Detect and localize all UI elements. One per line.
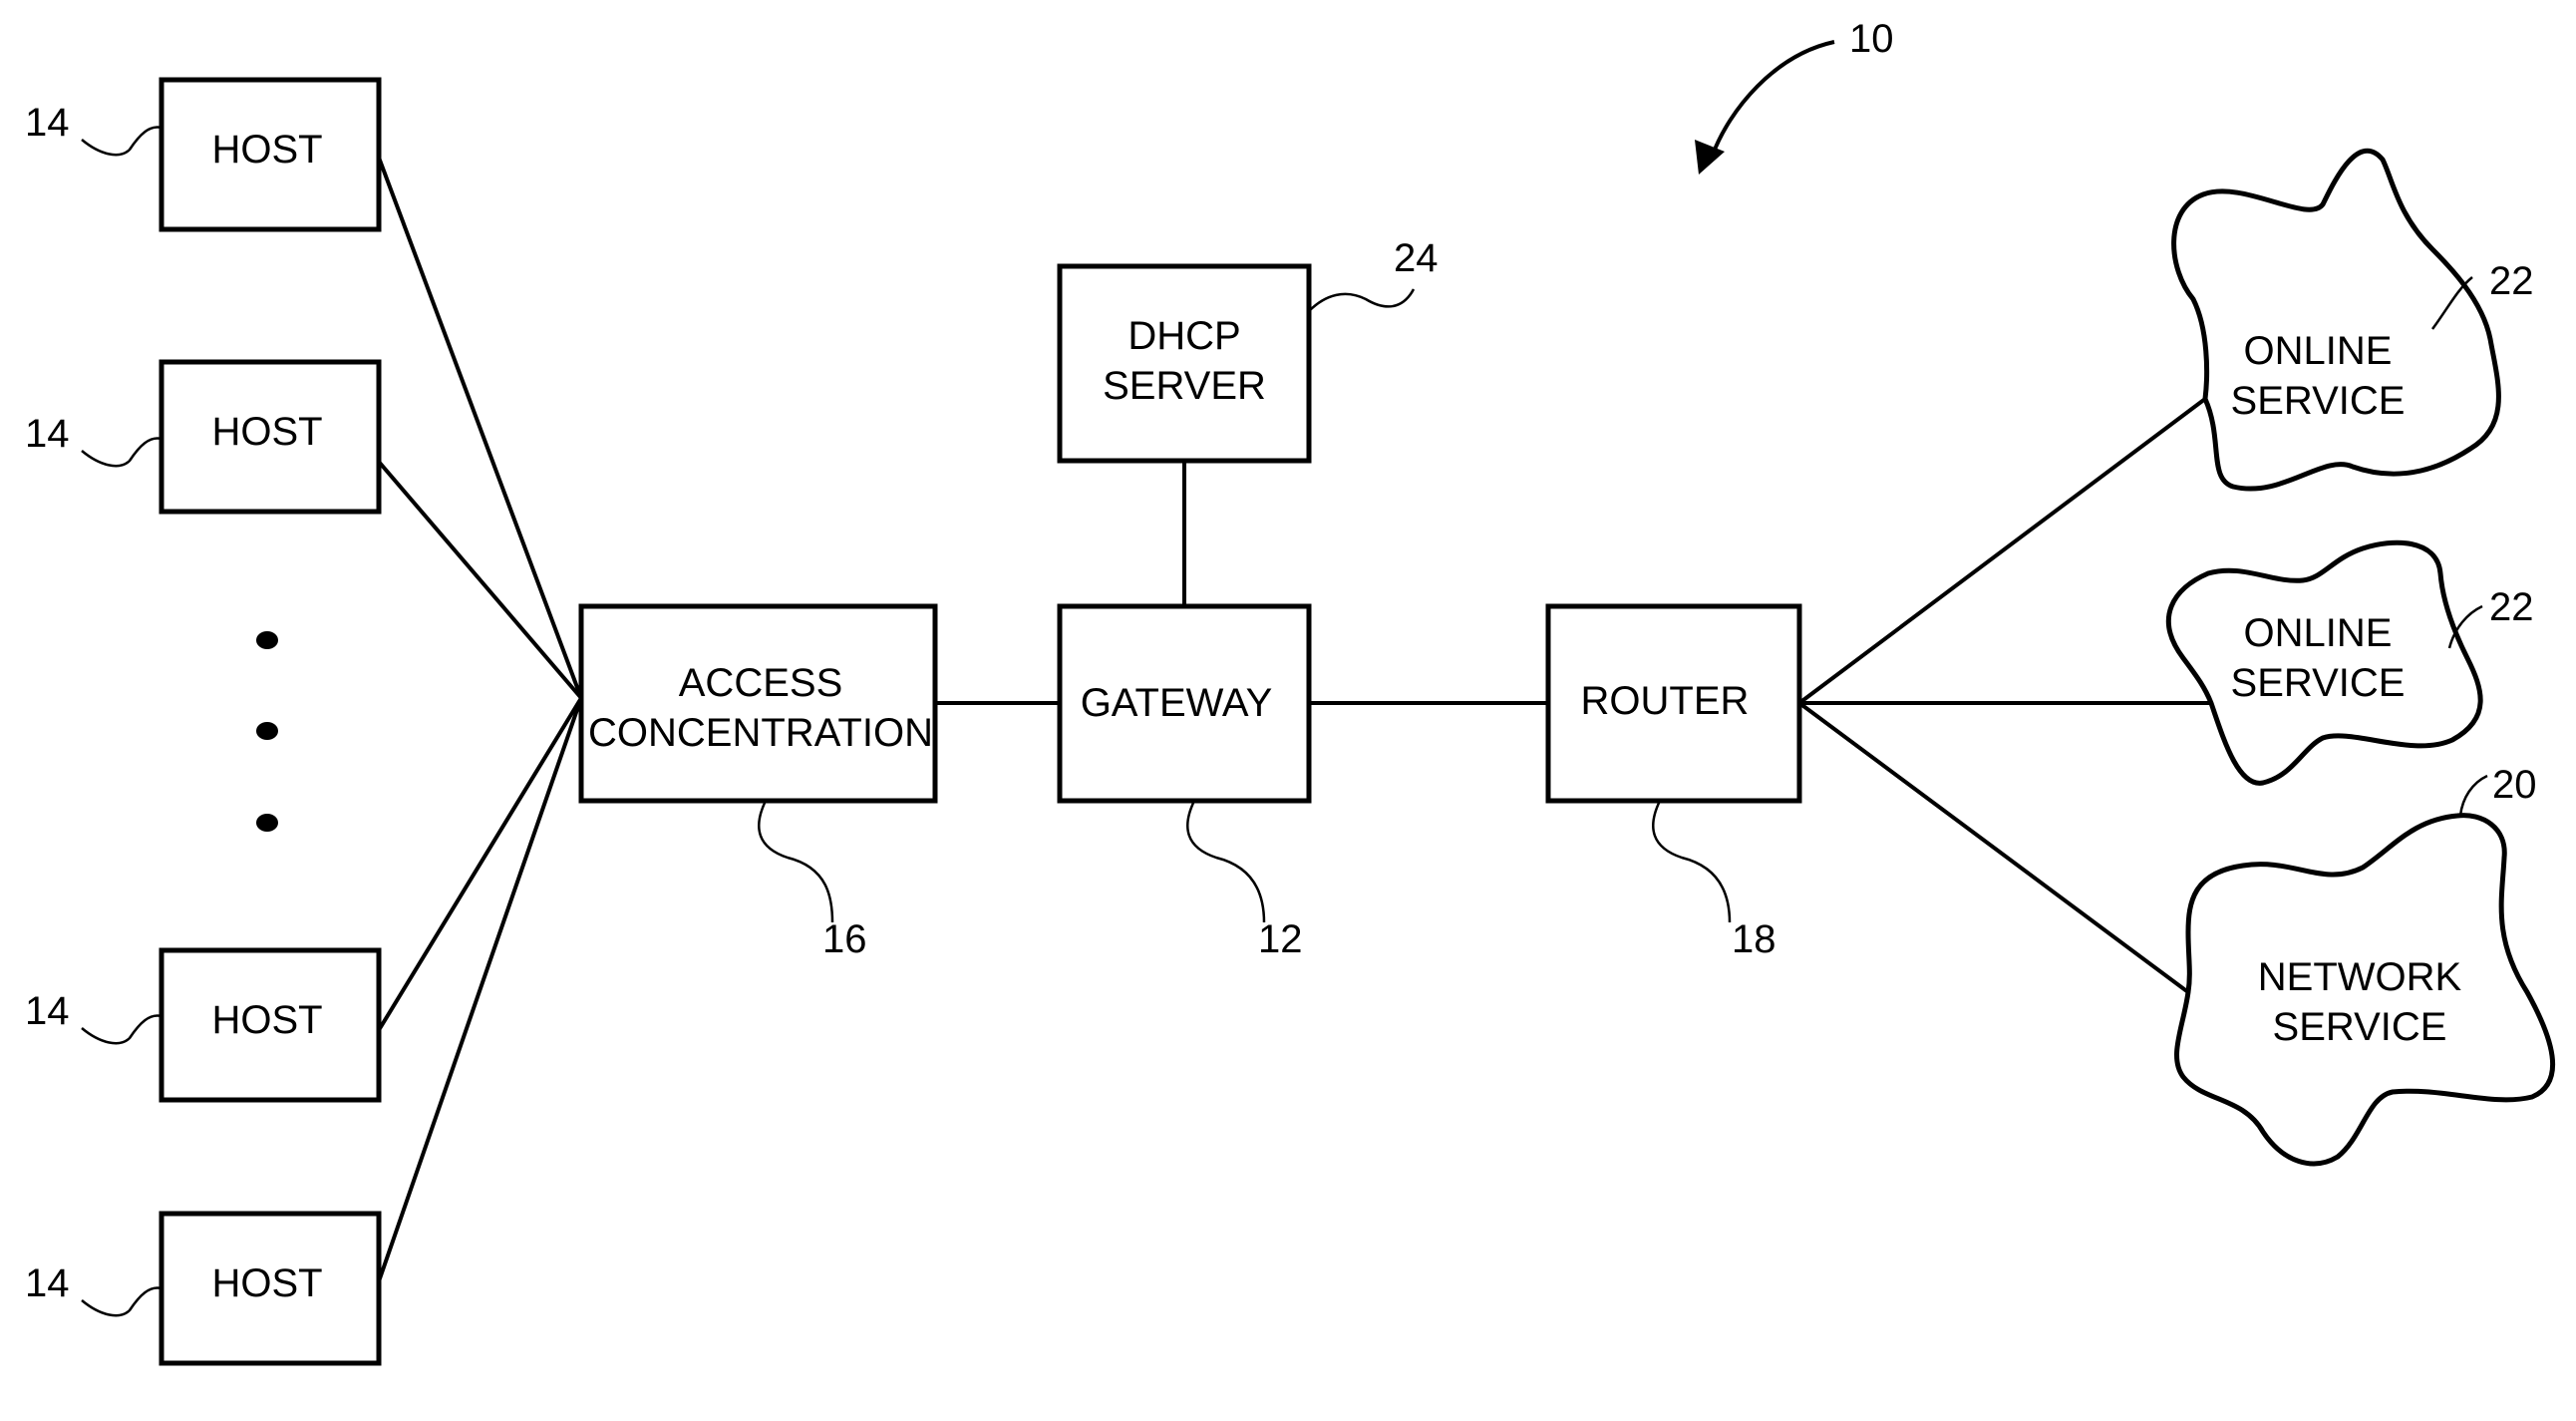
host-2[interactable]: HOST 14 <box>25 359 382 515</box>
network-diagram: 10 HOST 14 HOST 14 HOST 14 HOST 14 ACCES… <box>25 17 2556 1366</box>
online-service-cloud-1[interactable]: ONLINE SERVICE 22 <box>2171 149 2534 492</box>
dhcp-label-line2: SERVER <box>1103 364 1266 408</box>
dhcp-server-box[interactable]: DHCP SERVER 24 <box>1057 236 1439 464</box>
gateway-label: GATEWAY <box>1081 681 1273 725</box>
leader-line <box>81 1014 162 1045</box>
network-service-cloud[interactable]: NETWORK SERVICE 20 <box>2174 763 2556 1167</box>
access-concentration-box[interactable]: ACCESS CONCENTRATION 16 <box>578 603 938 961</box>
host-label: HOST <box>211 410 322 454</box>
link-host4-access <box>377 697 583 1282</box>
network-ref: 20 <box>2492 763 2537 807</box>
link-host3-access <box>377 696 583 1032</box>
leader-line <box>81 1286 162 1317</box>
leader-line <box>1652 800 1732 923</box>
host-label: HOST <box>211 1261 322 1305</box>
router-box[interactable]: ROUTER 18 <box>1545 603 1802 961</box>
link-host2-access <box>377 460 583 700</box>
host-4[interactable]: HOST 14 <box>25 1211 382 1366</box>
figure-arrow-icon <box>1711 40 1835 156</box>
figure-reference: 10 <box>1695 17 1894 175</box>
online-ref: 22 <box>2489 259 2534 303</box>
online-service-cloud-2[interactable]: ONLINE SERVICE 22 <box>2165 539 2534 786</box>
host-ref: 14 <box>25 989 70 1033</box>
link-router-network <box>1797 701 2190 994</box>
gateway-ref: 12 <box>1258 917 1303 961</box>
ellipsis-dots <box>256 631 278 832</box>
leader-line <box>2458 774 2488 817</box>
host-label: HOST <box>211 128 322 172</box>
access-label-line2: CONCENTRATION <box>588 711 933 755</box>
access-label-line1: ACCESS <box>679 661 843 705</box>
online-label-line1: ONLINE <box>2244 329 2393 373</box>
online-label-line2: SERVICE <box>2231 661 2406 705</box>
host-label: HOST <box>211 998 322 1042</box>
gateway-box[interactable]: GATEWAY 12 <box>1057 603 1312 961</box>
network-label-line2: SERVICE <box>2273 1005 2447 1049</box>
host-ref: 14 <box>25 101 70 145</box>
online-label-line2: SERVICE <box>2231 379 2406 423</box>
host-1[interactable]: HOST 14 <box>25 77 382 232</box>
dhcp-label-line1: DHCP <box>1127 314 1240 358</box>
dhcp-ref: 24 <box>1394 236 1439 280</box>
leader-line <box>1186 800 1266 923</box>
network-label-line1: NETWORK <box>2258 955 2462 999</box>
online-ref: 22 <box>2489 585 2534 629</box>
host-ref: 14 <box>25 412 70 456</box>
leader-line <box>81 126 162 157</box>
link-router-online1 <box>1797 397 2207 705</box>
router-ref: 18 <box>1732 917 1776 961</box>
router-label: ROUTER <box>1581 679 1750 723</box>
host-3[interactable]: HOST 14 <box>25 947 382 1103</box>
arrowhead-icon <box>1695 140 1725 175</box>
online-label-line1: ONLINE <box>2244 611 2393 655</box>
leader-line <box>1308 288 1416 312</box>
link-host1-access <box>377 157 583 699</box>
access-ref: 16 <box>822 917 867 961</box>
figure-ref-label: 10 <box>1849 17 1894 61</box>
leader-line <box>758 800 834 923</box>
leader-line <box>81 437 162 468</box>
host-ref: 14 <box>25 1261 70 1305</box>
